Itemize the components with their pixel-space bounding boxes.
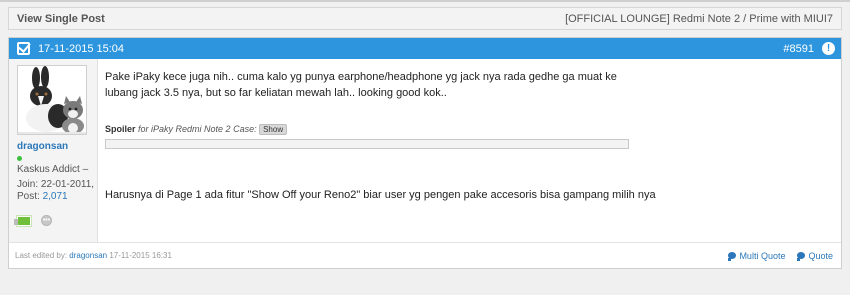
online-status-icon — [17, 156, 22, 161]
edited-time: 17-11-2015 16:31 — [109, 251, 172, 260]
spoiler-show-button[interactable]: Show — [259, 124, 288, 136]
editor-name[interactable]: dragonsan — [69, 251, 107, 260]
spoiler-label: Spoiler — [105, 124, 136, 134]
post-topbar: View Single Post [OFFICIAL LOUNGE] Redmi… — [8, 7, 842, 30]
reputation-icon[interactable] — [14, 215, 31, 226]
join-date: Join: 22-01-2011, — [17, 179, 95, 190]
post-footer: Last edited by: dragonsan 17-11-2015 16:… — [9, 242, 841, 268]
avatar[interactable] — [17, 65, 87, 135]
post-header: 17-11-2015 15:04 #8591 ! — [9, 38, 841, 59]
quote-button[interactable]: Quote — [797, 251, 833, 261]
view-single-post-title: View Single Post — [17, 12, 105, 25]
report-icon[interactable]: ! — [822, 42, 835, 55]
post-number[interactable]: #8591 — [783, 43, 814, 55]
quote-label: Quote — [808, 250, 833, 261]
join-info: Join: 22-01-2011, Post: 2,071 — [17, 179, 97, 203]
post-body: dragonsan Kaskus Addict – Join: 22-01-20… — [9, 59, 841, 242]
spoiler-for: for iPaky Redmi Note 2 Case: — [138, 124, 257, 134]
post-content: Pake iPaky kece juga nih.. cuma kalo yg … — [98, 59, 841, 242]
user-badges: ••• — [14, 215, 97, 226]
post-count-label: Post: — [17, 191, 40, 202]
post-container: 17-11-2015 15:04 #8591 ! dragonsan Kasku… — [8, 37, 842, 269]
checkbox-icon[interactable] — [17, 42, 30, 55]
thread-title[interactable]: [OFFICIAL LOUNGE] Redmi Note 2 / Prime w… — [565, 13, 833, 25]
user-rank: Kaskus Addict – — [17, 164, 89, 175]
post-datetime: 17-11-2015 15:04 — [38, 42, 125, 55]
post-paragraph-1: Pake iPaky kece juga nih.. cuma kalo yg … — [105, 71, 617, 99]
multi-quote-button[interactable]: Multi Quote — [728, 251, 785, 261]
user-info: dragonsan Kaskus Addict – Join: 22-01-20… — [9, 59, 98, 242]
top-border — [0, 0, 850, 2]
post-paragraph-2: Harusnya di Page 1 ada fitur "Show Off y… — [105, 189, 656, 201]
speech-bubble-icon — [797, 252, 806, 261]
spoiler-content-box — [105, 139, 629, 149]
edited-label: Last edited by: — [15, 251, 68, 260]
more-options-icon[interactable]: ••• — [41, 215, 52, 226]
spoiler: Spoiler for iPaky Redmi Note 2 Case: Sho… — [105, 121, 841, 149]
speech-bubble-icon — [728, 252, 737, 261]
username[interactable]: dragonsan — [17, 141, 97, 152]
post-count[interactable]: 2,071 — [43, 191, 68, 202]
multi-quote-label: Multi Quote — [739, 250, 786, 261]
